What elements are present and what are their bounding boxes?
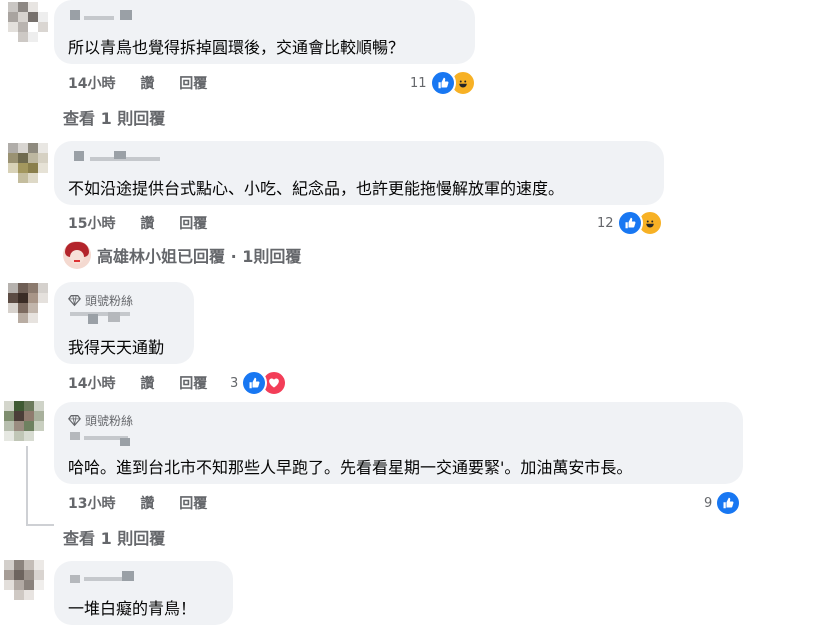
reaction-count: 11 <box>410 75 427 91</box>
replied-summary[interactable]: 高雄林小姐已回覆 · 1則回覆 <box>63 241 301 269</box>
reply-button[interactable]: 回覆 <box>179 496 207 512</box>
reaction-summary[interactable]: 9 <box>704 490 742 516</box>
comment-time[interactable]: 14小時 <box>68 376 115 392</box>
replier-avatar <box>63 241 91 269</box>
comment-bubble: 一堆白癡的青鳥！ <box>54 561 233 625</box>
avatar[interactable] <box>8 2 48 42</box>
comment-bubble: 頭號粉絲 哈哈。進到台北市不知那些人早跑了。先看看星期一交通要緊'。加油萬安市長… <box>54 402 743 484</box>
comment-text: 一堆白癡的青鳥！ <box>68 599 197 618</box>
reaction-count: 3 <box>230 375 239 391</box>
replied-summary-text: 高雄林小姐已回覆 · 1則回覆 <box>97 247 302 266</box>
reaction-count: 12 <box>597 215 614 231</box>
view-replies-link[interactable]: 查看 1 則回覆 <box>63 525 165 549</box>
like-icon <box>715 490 742 516</box>
view-replies-link[interactable]: 查看 1 則回覆 <box>63 105 165 129</box>
reaction-summary[interactable]: 12 <box>597 210 663 236</box>
comment-text: 所以青鳥也覺得拆掉圓環後，交通會比較順暢？ <box>68 38 405 57</box>
top-fan-badge: 頭號粉絲 <box>68 292 133 309</box>
comment-bubble: 頭號粉絲 我得天天通勤 <box>54 282 194 364</box>
comment-bubble: 不如沿途提供台式點心、小吃、紀念品，也許更能拖慢解放軍的速度。 <box>54 141 664 205</box>
avatar[interactable] <box>8 143 48 183</box>
comment-actions: 14小時 讚 回覆 <box>68 373 227 393</box>
like-button[interactable]: 讚 <box>140 376 154 392</box>
like-button[interactable]: 讚 <box>140 76 154 92</box>
comment-bubble: 所以青鳥也覺得拆掉圓環後，交通會比較順暢？ <box>54 0 475 64</box>
comment-text: 不如沿途提供台式點心、小吃、紀念品，也許更能拖慢解放軍的速度。 <box>68 179 565 198</box>
comment-actions: 14小時 讚 回覆 <box>68 73 227 93</box>
thread-line-elbow <box>26 524 54 526</box>
top-fan-badge: 頭號粉絲 <box>68 412 133 429</box>
avatar[interactable] <box>4 401 44 441</box>
like-icon <box>616 210 643 236</box>
reply-button[interactable]: 回覆 <box>179 76 207 92</box>
like-button[interactable]: 讚 <box>140 216 154 232</box>
reaction-summary[interactable]: 11 <box>410 70 476 96</box>
comment-time[interactable]: 13小時 <box>68 496 115 512</box>
like-button[interactable]: 讚 <box>140 496 154 512</box>
avatar[interactable] <box>4 560 44 600</box>
comment-time[interactable]: 15小時 <box>68 216 115 232</box>
comment-text: 我得天天通勤 <box>68 338 165 357</box>
reply-button[interactable]: 回覆 <box>179 216 207 232</box>
comment-text: 哈哈。進到台北市不知那些人早跑了。先看看星期一交通要緊'。加油萬安市長。 <box>68 458 633 477</box>
avatar[interactable] <box>8 283 48 323</box>
reaction-count: 9 <box>704 495 713 511</box>
top-fan-diamond-icon <box>68 415 81 427</box>
comment-actions: 15小時 讚 回覆 <box>68 213 227 233</box>
like-icon <box>429 70 456 96</box>
thread-line <box>26 446 28 526</box>
reply-button[interactable]: 回覆 <box>179 376 207 392</box>
top-fan-diamond-icon <box>68 295 81 307</box>
like-icon <box>241 370 268 396</box>
comment-actions: 13小時 讚 回覆 <box>68 493 227 513</box>
comment-time[interactable]: 14小時 <box>68 76 115 92</box>
reaction-summary[interactable]: 3 <box>230 370 288 396</box>
